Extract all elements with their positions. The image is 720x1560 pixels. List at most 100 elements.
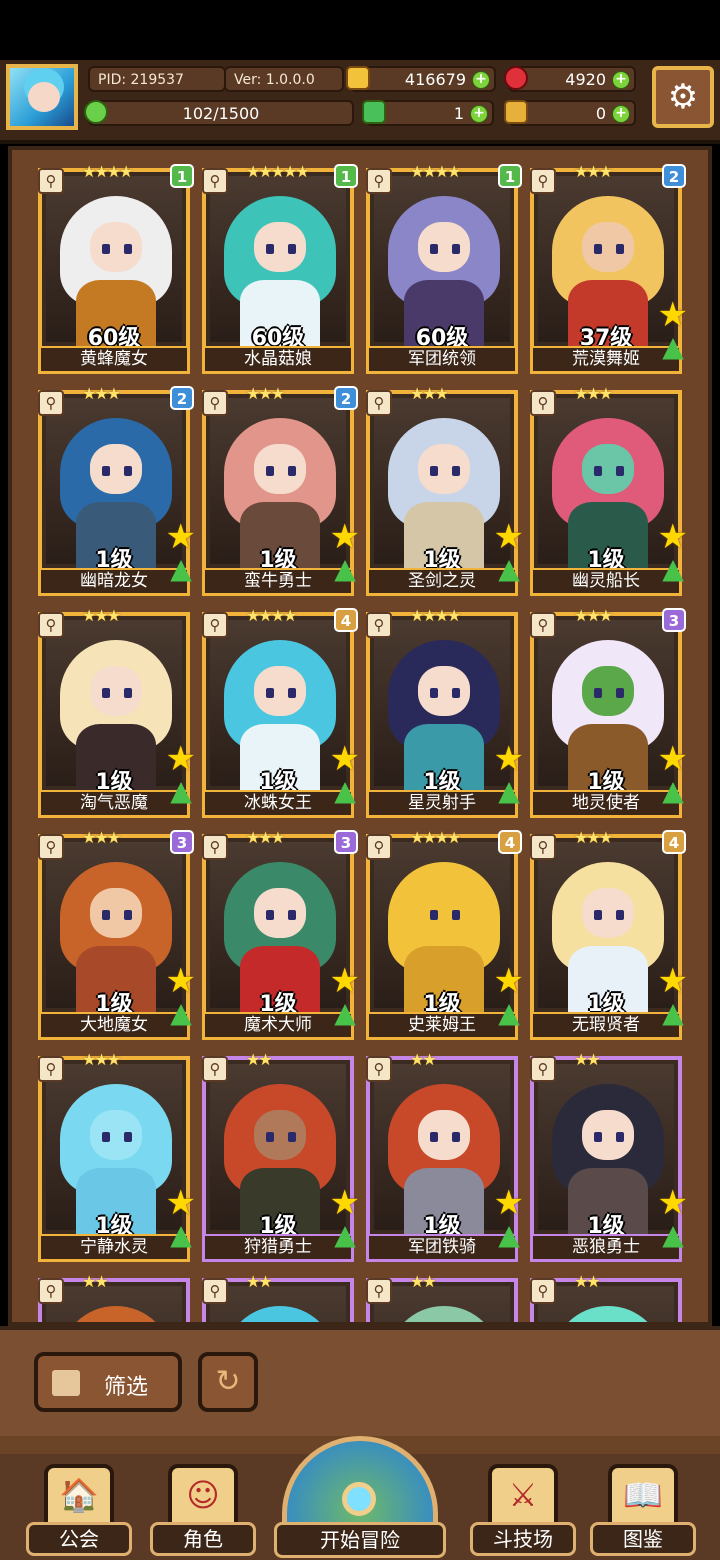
card-frame: 60级 [366, 168, 518, 350]
nav-codex-label: 图鉴 [590, 1522, 696, 1556]
add-gem-plus-icon[interactable]: + [612, 71, 630, 89]
character-card[interactable]: ⚲ ★★ [366, 1272, 518, 1322]
character-portrait [374, 176, 510, 346]
character-card[interactable]: 1级 ⚲ ★★★ 3 地灵使者 ★ ▲ [530, 606, 688, 818]
portrait-face [90, 222, 142, 272]
card-level: 1级 [259, 992, 297, 1016]
stamina-bar[interactable]: 102/1500 [84, 100, 354, 126]
portrait-eye [288, 466, 296, 476]
star-up-icon: ★ [657, 1183, 688, 1223]
nav-role-label: 角色 [150, 1522, 256, 1556]
portrait-face [582, 444, 634, 494]
character-card[interactable]: 37级 ⚲ ★★★ 2 荒漠舞姬 ★ ▲ [530, 162, 688, 374]
character-card[interactable]: 60级 ⚲ ★★★★★ 1 水晶菇娘 [202, 162, 358, 374]
character-portrait [538, 842, 674, 1012]
portrait-hair [552, 1306, 664, 1322]
rank-badge: 3 [662, 608, 686, 632]
card-frame: 60级 [202, 168, 354, 350]
portrait-eye [266, 1132, 274, 1142]
star-up-icon: ★ [329, 517, 360, 557]
portrait-eye [430, 688, 438, 698]
upgrade-arrow-icon: ▲ [170, 774, 192, 807]
character-card[interactable]: 1级 ⚲ ★★★ 2 幽暗龙女 ★ ▲ [38, 384, 196, 596]
character-card[interactable]: 1级 ⚲ ★★★ 3 魔术大师 ★ ▲ [202, 828, 360, 1040]
filter-button[interactable]: 筛选 [34, 1352, 182, 1412]
add-gold-plus-icon[interactable]: + [472, 71, 490, 89]
character-card[interactable]: 1级 ⚲ ★★ 恶狼勇士 ★ ▲ [530, 1050, 688, 1262]
character-card[interactable]: ⚲ ★★ [530, 1272, 682, 1322]
weapon-type-icon: ⚲ [38, 1278, 64, 1304]
clover-counter[interactable]: 1 + [362, 100, 494, 126]
character-card[interactable]: 1级 ⚲ ★★★★ 星灵射手 ★ ▲ [366, 606, 524, 818]
portrait-eye [288, 1132, 296, 1142]
portrait-eye [124, 244, 132, 254]
star-up-icon: ★ [657, 961, 688, 1001]
gold-value: 416679 [404, 70, 466, 89]
star-up-icon: ★ [165, 1183, 196, 1223]
character-card[interactable]: 1级 ⚲ ★★★ 3 大地魔女 ★ ▲ [38, 828, 196, 1040]
character-card[interactable]: 1级 ⚲ ★★★★ 4 冰蛛女王 ★ ▲ [202, 606, 360, 818]
character-portrait [374, 1286, 510, 1322]
grid-icon [52, 1370, 80, 1396]
character-portrait [374, 620, 510, 790]
rarity-stars: ★★ [82, 1272, 109, 1291]
rarity-stars: ★★★ [410, 384, 449, 403]
character-card[interactable]: 1级 ⚲ ★★★ 2 蛮牛勇士 ★ ▲ [202, 384, 360, 596]
star-up-icon: ★ [165, 517, 196, 557]
rarity-stars: ★★ [574, 1272, 601, 1291]
player-avatar[interactable] [6, 64, 78, 130]
portrait-eye [288, 688, 296, 698]
character-grid[interactable]: 60级 ⚲ ★★★★ 1 黄蜂魔女 60级 ⚲ ★★★★★ 1 水晶菇娘 60级 ⚲ ★★★★ 1 军团统领… [8, 146, 712, 1326]
weapon-type-icon: ⚲ [530, 834, 556, 860]
nav-role[interactable]: ☺ 角色 [150, 1464, 260, 1556]
portrait-eye [430, 910, 438, 920]
portrait-eye [616, 244, 624, 254]
add-clover-plus-icon[interactable]: + [470, 105, 488, 123]
upgrade-arrow-icon: ▲ [498, 774, 520, 807]
upgrade-arrow-icon: ▲ [498, 1218, 520, 1251]
gold-counter[interactable]: 416679 + [346, 66, 496, 92]
character-card[interactable]: 1级 ⚲ ★★★ 圣剑之灵 ★ ▲ [366, 384, 524, 596]
portrait-eye [616, 1132, 624, 1142]
clover-icon [362, 100, 386, 124]
nav-guild[interactable]: 🏠 公会 [26, 1464, 136, 1556]
portrait-eye [124, 1132, 132, 1142]
upgrade-arrow-icon: ▲ [334, 774, 356, 807]
settings-button[interactable]: ⚙ [652, 66, 714, 128]
card-level: 1级 [95, 1214, 133, 1238]
nav-codex[interactable]: 📖 图鉴 [590, 1464, 700, 1556]
guild-building-icon: 🏠 [44, 1464, 114, 1528]
character-portrait [210, 1064, 346, 1234]
portrait-eye [594, 244, 602, 254]
refresh-button[interactable]: ↻ [198, 1352, 258, 1412]
weapon-type-icon: ⚲ [530, 390, 556, 416]
nav-arena[interactable]: ⚔ 斗技场 [470, 1464, 580, 1556]
character-card[interactable]: 60级 ⚲ ★★★★ 1 黄蜂魔女 [38, 162, 194, 374]
portrait-eye [452, 244, 460, 254]
character-card[interactable]: ⚲ ★★ [202, 1272, 354, 1322]
character-card[interactable]: 60级 ⚲ ★★★★ 1 军团统领 [366, 162, 522, 374]
weapon-type-icon: ⚲ [530, 1056, 556, 1082]
portrait-eye [124, 910, 132, 920]
character-card[interactable]: 1级 ⚲ ★★★ 幽灵船长 ★ ▲ [530, 384, 688, 596]
gem-counter[interactable]: 4920 + [504, 66, 636, 92]
character-card[interactable]: 1级 ⚲ ★★ 狩猎勇士 ★ ▲ [202, 1050, 360, 1262]
character-card[interactable]: 1级 ⚲ ★★★★ 4 史莱姆王 ★ ▲ [366, 828, 524, 1040]
portrait-face [90, 1110, 142, 1160]
character-card[interactable]: 1级 ⚲ ★★★ 宁静水灵 ★ ▲ [38, 1050, 196, 1262]
character-card[interactable]: 1级 ⚲ ★★ 军团铁骑 ★ ▲ [366, 1050, 524, 1262]
card-level: 60级 [415, 326, 469, 350]
key-counter[interactable]: 0 + [504, 100, 636, 126]
weapon-type-icon: ⚲ [38, 1056, 64, 1082]
portrait-eye [102, 244, 110, 254]
rarity-stars: ★★★ [246, 384, 285, 403]
character-card[interactable]: 1级 ⚲ ★★★ 淘气恶魔 ★ ▲ [38, 606, 196, 818]
weapon-type-icon: ⚲ [202, 390, 228, 416]
rank-badge: 4 [662, 830, 686, 854]
character-card[interactable]: 1级 ⚲ ★★★ 4 无瑕贤者 ★ ▲ [530, 828, 688, 1040]
nav-adventure[interactable]: 开始冒险 [274, 1436, 446, 1560]
rank-badge: 1 [170, 164, 194, 188]
weapon-type-icon: ⚲ [366, 168, 392, 194]
character-card[interactable]: ⚲ ★★ [38, 1272, 190, 1322]
add-key-plus-icon[interactable]: + [612, 105, 630, 123]
